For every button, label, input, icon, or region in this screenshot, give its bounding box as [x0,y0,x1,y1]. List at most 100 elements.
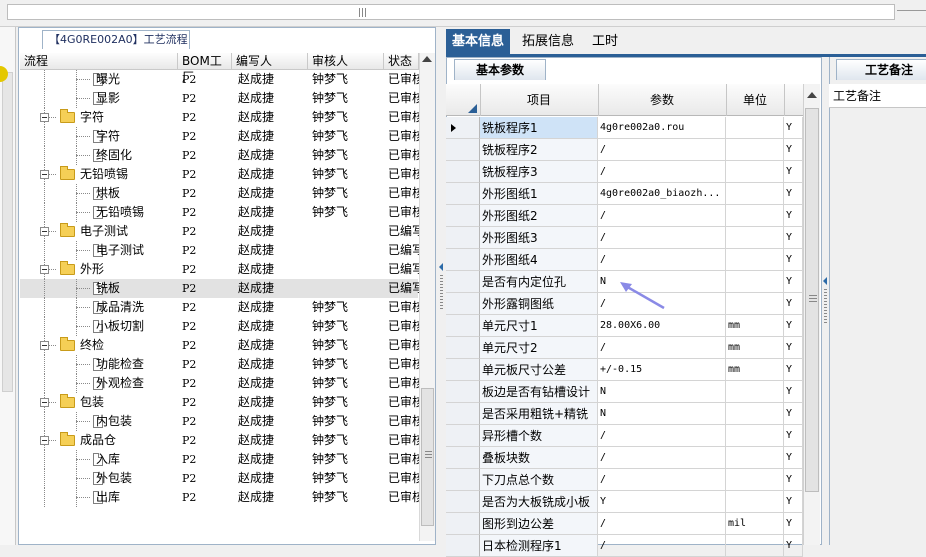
scroll-grip-icon[interactable] [359,8,367,17]
panel-splitter[interactable] [437,27,446,545]
params-row[interactable]: 板边是否有钻槽设计 N Y [446,381,803,403]
process-notes-tab[interactable]: 工艺备注 [836,59,926,80]
left-panel-scrollbar[interactable] [2,72,13,392]
param-flag-cell[interactable]: Y [784,315,803,337]
tree-row[interactable]: 成品仓 P2 赵成捷 钟梦飞 已审核 [20,431,419,450]
param-flag-cell[interactable]: Y [784,205,803,227]
param-flag-cell[interactable]: Y [784,403,803,425]
param-flag-cell[interactable]: Y [784,337,803,359]
param-unit-cell[interactable] [726,535,784,557]
row-header[interactable] [446,337,480,359]
tree-row[interactable]: 成品清洗 P2 赵成捷 钟梦飞 已审核 [20,298,419,317]
row-header[interactable] [446,249,480,271]
param-unit-cell[interactable] [726,403,784,425]
column-header-flag[interactable] [784,84,803,116]
param-unit-cell[interactable]: mil [726,513,784,535]
param-unit-cell[interactable]: mm [726,359,784,381]
params-row[interactable]: 下刀点总个数 / Y [446,469,803,491]
row-header[interactable] [446,117,480,139]
param-unit-cell[interactable] [726,205,784,227]
row-header[interactable] [446,271,480,293]
scroll-up-arrow-icon[interactable] [422,56,432,62]
row-header[interactable] [446,139,480,161]
param-unit-cell[interactable] [726,139,784,161]
param-value-cell[interactable]: / [598,139,726,161]
tree-row[interactable]: 外观检查 P2 赵成捷 钟梦飞 已审核 [20,374,419,393]
param-flag-cell[interactable]: Y [784,293,803,315]
tree-row[interactable]: 小板切割 P2 赵成捷 钟梦飞 已审核 [20,317,419,336]
tree-row[interactable]: 外形 P2 赵成捷 已编写 [20,260,419,279]
param-unit-cell[interactable] [726,491,784,513]
column-header-author[interactable]: 编写人 [232,53,308,70]
params-row[interactable]: 铣板程序3/ Y [446,161,803,183]
param-flag-cell[interactable]: Y [784,447,803,469]
tree-row[interactable]: 字符 P2 赵成捷 钟梦飞 已审核 [20,127,419,146]
param-flag-cell[interactable]: Y [784,249,803,271]
row-header[interactable] [446,205,480,227]
row-header[interactable] [446,183,480,205]
row-header[interactable] [446,359,480,381]
param-flag-cell[interactable]: Y [784,227,803,249]
tree-row[interactable]: 外包装 P2 赵成捷 钟梦飞 已审核 [20,469,419,488]
param-flag-cell[interactable]: Y [784,139,803,161]
param-unit-cell[interactable] [726,183,784,205]
param-flag-cell[interactable]: Y [784,161,803,183]
splitter-arrow-icon[interactable] [823,277,827,285]
param-value-cell[interactable]: / [598,447,726,469]
tab-extended-info[interactable]: 拓展信息 [516,29,580,54]
splitter-arrow-icon[interactable] [439,263,443,271]
param-flag-cell[interactable]: Y [784,535,803,557]
column-header-status[interactable]: 状态 [384,53,419,70]
row-header[interactable] [446,491,480,513]
collapse-minus-icon[interactable] [40,398,49,407]
param-unit-cell[interactable]: mm [726,337,784,359]
param-value-cell[interactable]: / [598,513,726,535]
tree-row[interactable]: 电子测试 P2 赵成捷 已编写 [20,222,419,241]
tree-row[interactable]: 曝光 P2 赵成捷 钟梦飞 已审核 [20,70,419,89]
params-row[interactable]: 单元板尺寸公差 +/-0.15 mm Y [446,359,803,381]
row-header[interactable] [446,293,480,315]
param-value-cell[interactable]: / [598,249,726,271]
tree-row[interactable]: 字符 P2 赵成捷 钟梦飞 已审核 [20,108,419,127]
tree-row[interactable]: 功能检查 P2 赵成捷 钟梦飞 已审核 [20,355,419,374]
param-value-cell[interactable]: N [598,403,726,425]
basic-params-tab[interactable]: 基本参数 [454,59,546,80]
param-flag-cell[interactable]: Y [784,359,803,381]
process-tree-tab[interactable]: 【4G0RE002A0】工艺流程 [42,30,190,49]
param-flag-cell[interactable]: Y [784,469,803,491]
param-unit-cell[interactable] [726,117,784,139]
params-row[interactable]: 外形图纸2/ Y [446,205,803,227]
param-value-cell[interactable]: +/-0.15 [598,359,726,381]
params-row[interactable]: 铣板程序1 4g0re002a0.rou Y [446,117,803,139]
param-flag-cell[interactable]: Y [784,381,803,403]
column-header-flow[interactable]: 流程 [20,53,178,70]
params-row[interactable]: 单元尺寸1 28.00X6.00 mm Y [446,315,803,337]
param-flag-cell[interactable]: Y [784,513,803,535]
tree-vertical-scrollbar[interactable] [419,53,435,541]
top-horizontal-scrollbar[interactable] [7,4,895,20]
row-header[interactable] [446,425,480,447]
tree-row[interactable]: 入库 P2 赵成捷 钟梦飞 已审核 [20,450,419,469]
row-header[interactable] [446,469,480,491]
row-header[interactable] [446,381,480,403]
tab-basic-info[interactable]: 基本信息 [446,29,511,54]
tree-row[interactable]: 烘板 P2 赵成捷 钟梦飞 已审核 [20,184,419,203]
collapse-minus-icon[interactable] [40,227,49,236]
row-header[interactable] [446,535,480,557]
tree-row[interactable]: 终固化 P2 赵成捷 钟梦飞 已审核 [20,146,419,165]
collapse-minus-icon[interactable] [40,170,49,179]
row-header[interactable] [446,161,480,183]
param-unit-cell[interactable] [726,381,784,403]
params-scroll-thumb[interactable] [805,108,819,492]
collapse-minus-icon[interactable] [40,436,49,445]
row-header[interactable] [446,513,480,535]
row-header[interactable] [446,447,480,469]
param-flag-cell[interactable]: Y [784,271,803,293]
param-flag-cell[interactable]: Y [784,183,803,205]
params-row[interactable]: 叠板块数 / Y [446,447,803,469]
tree-row[interactable]: 包装 P2 赵成捷 钟梦飞 已审核 [20,393,419,412]
column-header-bom[interactable]: BOM工厂 [178,53,232,84]
params-row[interactable]: 外形图纸4/ Y [446,249,803,271]
param-value-cell[interactable]: 28.00X6.00 [598,315,726,337]
params-row[interactable]: 是否为大板铣成小板 Y Y [446,491,803,513]
